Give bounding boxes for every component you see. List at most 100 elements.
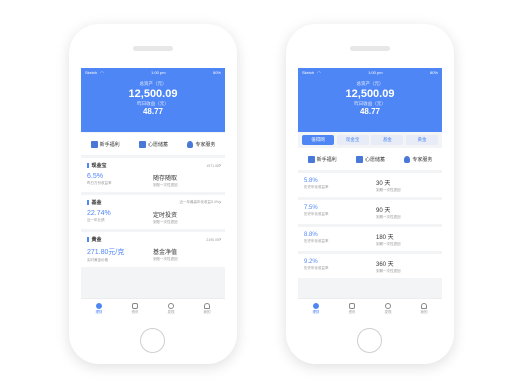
product-row[interactable]: 9.2% 历史年化收益率 360 天到期一次性退回 bbox=[298, 254, 442, 278]
card-note: 近一年最高年化收益5.4% bbox=[179, 200, 219, 204]
row-rate: 7.5% bbox=[304, 205, 318, 211]
row-rate-label: 历史年化收益率 bbox=[304, 266, 329, 270]
tab-discover[interactable]: 发现 bbox=[168, 303, 175, 315]
row-rate: 5.8% bbox=[304, 178, 318, 184]
news-icon bbox=[132, 303, 138, 309]
tab-label: 我的 bbox=[203, 310, 211, 314]
product-row[interactable]: 7.5% 历史年化收益率 90 天到期一次性退回 bbox=[298, 200, 442, 224]
accent-bar bbox=[87, 200, 89, 205]
tab-finance[interactable]: 理财 bbox=[96, 303, 103, 315]
home-icon bbox=[313, 303, 319, 309]
asset-header: Sketch ◠ 1:00 pm 80% 总资产（元） 12,500.09 昨日收… bbox=[81, 68, 225, 132]
card-rate-label: 近一年业绩 bbox=[87, 218, 105, 222]
quick-actions: 新手福利 心愿储蓄 专家服务 bbox=[298, 148, 442, 170]
tab-label: 理财 bbox=[95, 310, 103, 314]
chevron-right-icon[interactable]: › bbox=[219, 237, 221, 243]
row-term: 90 天 bbox=[376, 208, 391, 214]
tab-label: 发现 bbox=[167, 310, 175, 314]
home-button[interactable] bbox=[140, 328, 165, 353]
compass-icon bbox=[385, 303, 391, 309]
quick-action-label: 新手福利 bbox=[99, 141, 120, 148]
user-icon bbox=[421, 303, 427, 309]
clock: 1:00 pm bbox=[151, 70, 166, 75]
card-rate: 271.80元/克 bbox=[87, 249, 125, 256]
total-assets-label: 总资产（元） bbox=[356, 81, 384, 86]
card-rate: 6.5% bbox=[87, 173, 103, 180]
quick-action-newbie[interactable]: 新手福利 bbox=[307, 155, 337, 163]
carrier: Sketch bbox=[85, 70, 98, 75]
person-icon bbox=[404, 155, 411, 163]
product-card-fund[interactable]: 基金 近一年最高年化收益5.4% › 22.74% 近一年业绩 定时投资 到账一次性… bbox=[81, 195, 225, 229]
quick-action-expert[interactable]: 专家服务 bbox=[404, 155, 433, 163]
row-term-label: 到期一次性退回 bbox=[376, 188, 401, 192]
segment-gold[interactable]: 黄金 bbox=[405, 135, 438, 145]
tab-label: 资讯 bbox=[348, 310, 356, 314]
product-card-cash[interactable]: 现金宝 1971.08 › 6.5% 昨日万份收益率 随存随取 到账一次性退回 bbox=[81, 158, 225, 192]
row-rate-label: 历史年化收益率 bbox=[304, 212, 329, 216]
tab-label: 我的 bbox=[420, 310, 428, 314]
product-card-gold[interactable]: 黄金 2190.09 › 271.80元/克 实时黄金价格 基金净值 到账一次性退回 bbox=[81, 232, 225, 267]
segment-fund[interactable]: 基金 bbox=[371, 135, 404, 145]
row-rate-label: 历史年化收益率 bbox=[304, 185, 329, 189]
person-icon bbox=[187, 140, 194, 148]
quick-action-label: 专家服务 bbox=[412, 156, 433, 163]
phone-right: Sketch ◠ 1:00 pm 80% 总资产（元） 12,500.09 昨日收… bbox=[286, 24, 454, 364]
speaker bbox=[350, 46, 390, 51]
quick-action-label: 新手福利 bbox=[316, 156, 337, 163]
quick-action-label: 心愿储蓄 bbox=[364, 156, 385, 163]
yesterday-income-label: 昨日收益（元） bbox=[137, 101, 169, 106]
card-term-label: 到账一次性退回 bbox=[153, 257, 178, 261]
home-icon bbox=[96, 303, 102, 309]
quick-actions: 新手福利 心愿储蓄 专家服务 bbox=[81, 133, 225, 155]
segment-worth[interactable]: 值得网 bbox=[302, 135, 334, 145]
row-term-label: 到期一次性退回 bbox=[376, 269, 401, 273]
screen-products: Sketch ◠ 1:00 pm 80% 总资产（元） 12,500.09 昨日收… bbox=[298, 68, 442, 319]
card-note: 2190.09 bbox=[206, 237, 219, 242]
tab-label: 资讯 bbox=[131, 310, 139, 314]
speaker bbox=[133, 46, 173, 51]
segment-cash[interactable]: 现金宝 bbox=[336, 135, 369, 145]
home-button[interactable] bbox=[357, 328, 382, 353]
accent-bar bbox=[87, 163, 89, 168]
phone-left: Sketch ◠ 1:00 pm 80% 总资产（元） 12,500.09 昨日收… bbox=[69, 24, 237, 364]
tab-mine[interactable]: 我的 bbox=[204, 303, 211, 315]
quick-action-newbie[interactable]: 新手福利 bbox=[90, 140, 120, 148]
card-title: 基金 bbox=[91, 200, 102, 206]
card-rate: 22.74% bbox=[87, 210, 111, 217]
row-term: 30 天 bbox=[376, 181, 391, 187]
card-term-label: 到账一次性退回 bbox=[153, 183, 178, 187]
screen-home: Sketch ◠ 1:00 pm 80% 总资产（元） 12,500.09 昨日收… bbox=[81, 68, 225, 319]
gift-icon bbox=[90, 140, 98, 148]
status-bar: Sketch ◠ 1:00 pm 80% bbox=[81, 68, 225, 77]
status-bar: Sketch ◠ 1:00 pm 80% bbox=[298, 68, 442, 77]
wish-icon bbox=[138, 140, 146, 148]
user-icon bbox=[204, 303, 210, 309]
tab-discover[interactable]: 发现 bbox=[385, 303, 392, 315]
tab-finance[interactable]: 理财 bbox=[313, 303, 320, 315]
compass-icon bbox=[168, 303, 174, 309]
row-rate: 9.2% bbox=[304, 259, 318, 265]
product-row[interactable]: 8.8% 历史年化收益率 180 天到期一次性退回 bbox=[298, 227, 442, 251]
quick-action-wish[interactable]: 心愿储蓄 bbox=[355, 155, 385, 163]
product-row[interactable]: 5.8% 历史年化收益率 30 天到期一次性退回 bbox=[298, 173, 442, 197]
quick-action-expert[interactable]: 专家服务 bbox=[187, 140, 215, 148]
yesterday-income-label: 昨日收益（元） bbox=[354, 101, 386, 106]
card-rate-label: 昨日万份收益率 bbox=[87, 181, 112, 185]
quick-action-wish[interactable]: 心愿储蓄 bbox=[138, 140, 168, 148]
card-rate-label: 实时黄金价格 bbox=[87, 258, 108, 262]
chevron-right-icon[interactable]: › bbox=[219, 163, 221, 169]
yesterday-income-value: 48.77 bbox=[142, 107, 164, 116]
battery: 80% bbox=[212, 70, 221, 75]
tab-news[interactable]: 资讯 bbox=[349, 303, 356, 315]
total-assets-value: 12,500.09 bbox=[345, 88, 395, 100]
chevron-right-icon[interactable]: › bbox=[219, 200, 221, 206]
tab-label: 理财 bbox=[312, 310, 320, 314]
gift-icon bbox=[307, 155, 315, 163]
tab-news[interactable]: 资讯 bbox=[132, 303, 139, 315]
tab-bar: 理财 资讯 发现 我的 bbox=[298, 298, 442, 319]
card-note: 1971.08 bbox=[206, 163, 219, 168]
asset-header: Sketch ◠ 1:00 pm 80% 总资产（元） 12,500.09 昨日收… bbox=[298, 68, 442, 132]
tab-mine[interactable]: 我的 bbox=[421, 303, 428, 315]
segment-control: 值得网 现金宝 基金 黄金 bbox=[298, 132, 442, 148]
accent-bar bbox=[87, 237, 89, 242]
